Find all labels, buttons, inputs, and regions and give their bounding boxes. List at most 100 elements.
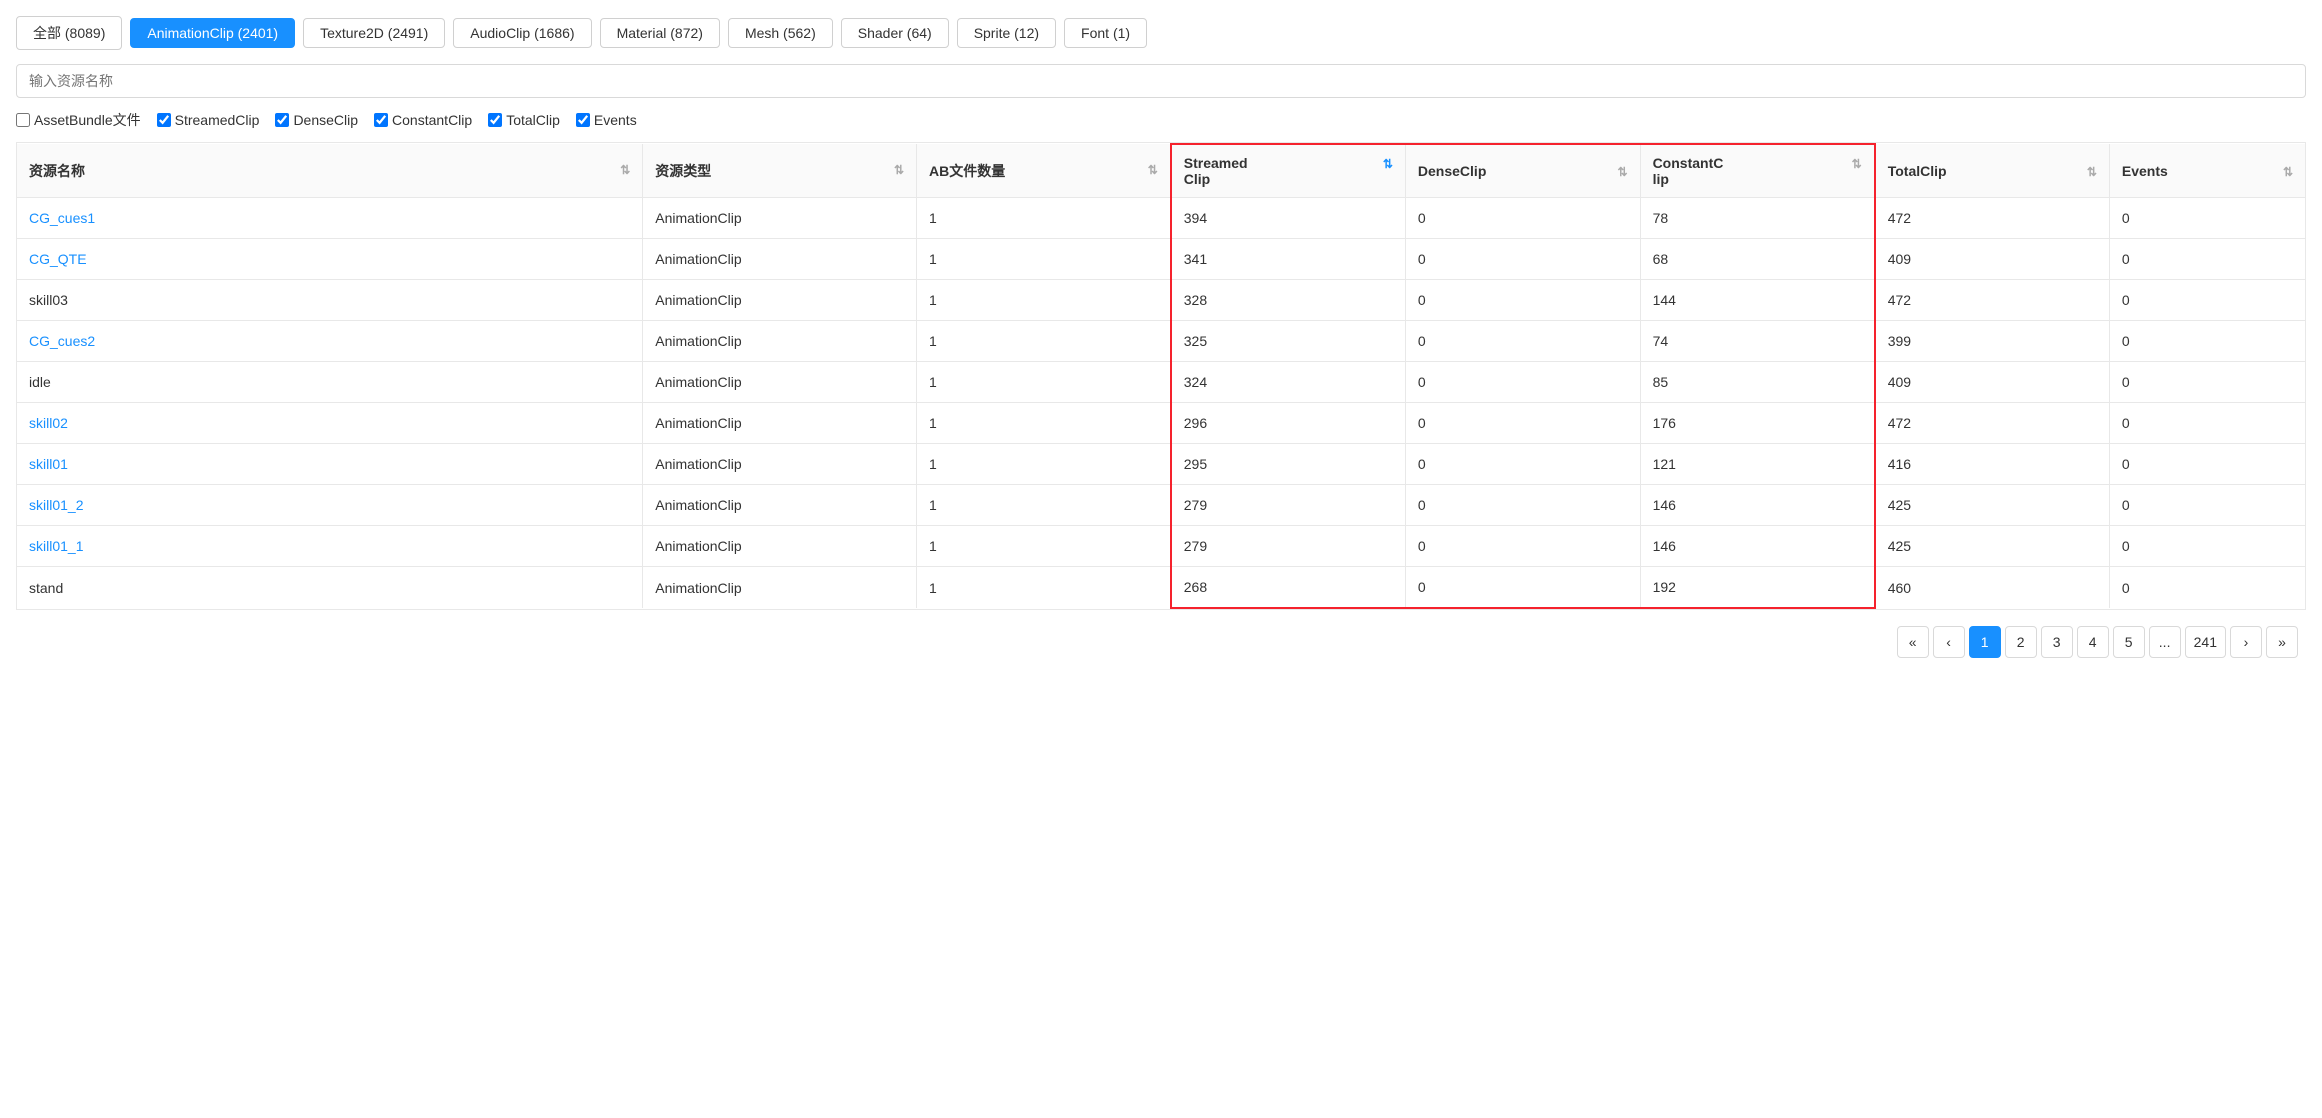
filter-btn-5[interactable]: Mesh (562) [728,18,833,48]
cell-ab-3: 1 [917,321,1171,362]
pagination-page-6[interactable]: 241 [2185,626,2226,658]
sort-icon-dense[interactable]: ⇅ [1618,165,1628,179]
search-input[interactable] [16,64,2306,98]
table-row: skill01AnimationClip129501214160 [17,444,2305,485]
cell-streamed-5: 296 [1171,403,1406,444]
pagination-next[interactable]: › [2230,626,2262,658]
cell-name-3[interactable]: CG_cues2 [17,321,643,362]
cell-type-7: AnimationClip [643,485,917,526]
pagination-page-3[interactable]: 4 [2077,626,2109,658]
cell-dense-3: 0 [1405,321,1640,362]
table-row: idleAnimationClip13240854090 [17,362,2305,403]
data-table: 资源名称⇅资源类型⇅AB文件数量⇅Streamed Clip⇅DenseClip… [17,143,2305,609]
sort-icon-ab[interactable]: ⇅ [1148,163,1158,177]
cell-type-6: AnimationClip [643,444,917,485]
checkbox-3[interactable] [374,113,388,127]
pagination-page-5[interactable]: ... [2149,626,2181,658]
checkbox-item-0[interactable]: AssetBundle文件 [16,110,141,130]
pagination-page-2[interactable]: 3 [2041,626,2073,658]
pagination-last[interactable]: » [2266,626,2298,658]
cell-total-6: 416 [1875,444,2110,485]
pagination-page-1[interactable]: 2 [2005,626,2037,658]
cell-constant-3: 74 [1640,321,1875,362]
cell-name-9: stand [17,567,643,609]
cell-dense-7: 0 [1405,485,1640,526]
cell-constant-9: 192 [1640,567,1875,609]
cell-events-7: 0 [2109,485,2305,526]
checkbox-label-4: TotalClip [506,112,560,128]
col-header-total[interactable]: TotalClip⇅ [1875,144,2110,198]
cell-name-8[interactable]: skill01_1 [17,526,643,567]
filter-btn-6[interactable]: Shader (64) [841,18,949,48]
col-header-dense[interactable]: DenseClip ⇅ [1405,144,1640,198]
cell-type-8: AnimationClip [643,526,917,567]
pagination-row: «‹12345...241›» [16,626,2306,658]
filter-btn-4[interactable]: Material (872) [600,18,720,48]
sort-icon-type[interactable]: ⇅ [894,163,904,177]
table-row: standAnimationClip126801924600 [17,567,2305,609]
cell-total-9: 460 [1875,567,2110,609]
checkbox-1[interactable] [157,113,171,127]
cell-type-5: AnimationClip [643,403,917,444]
cell-constant-1: 68 [1640,239,1875,280]
pagination-first[interactable]: « [1897,626,1929,658]
checkbox-item-1[interactable]: StreamedClip [157,112,260,128]
filter-btn-3[interactable]: AudioClip (1686) [453,18,591,48]
col-header-label-type: 资源类型 [655,161,711,181]
cell-name-5[interactable]: skill02 [17,403,643,444]
sort-icon-streamed[interactable]: ⇅ [1383,157,1393,171]
checkbox-label-5: Events [594,112,637,128]
col-header-ab[interactable]: AB文件数量 ⇅ [917,144,1171,198]
cell-dense-6: 0 [1405,444,1640,485]
col-header-constant[interactable]: ConstantC lip⇅ [1640,144,1875,198]
cell-ab-9: 1 [917,567,1171,609]
checkbox-2[interactable] [275,113,289,127]
cell-name-7[interactable]: skill01_2 [17,485,643,526]
checkbox-4[interactable] [488,113,502,127]
col-header-label-ab: AB文件数量 [929,161,1005,181]
pagination-prev[interactable]: ‹ [1933,626,1965,658]
checkbox-label-2: DenseClip [293,112,358,128]
cell-constant-0: 78 [1640,198,1875,239]
table-row: CG_QTEAnimationClip13410684090 [17,239,2305,280]
cell-ab-4: 1 [917,362,1171,403]
sort-icon-total[interactable]: ⇅ [2087,165,2097,179]
checkbox-item-2[interactable]: DenseClip [275,112,358,128]
cell-total-4: 409 [1875,362,2110,403]
col-header-label-dense: DenseClip [1418,163,1486,179]
cell-streamed-7: 279 [1171,485,1406,526]
cell-streamed-9: 268 [1171,567,1406,609]
cell-name-0[interactable]: CG_cues1 [17,198,643,239]
sort-icon-constant[interactable]: ⇅ [1852,157,1862,171]
pagination-page-0[interactable]: 1 [1969,626,2001,658]
filter-btn-1[interactable]: AnimationClip (2401) [130,18,295,48]
col-header-streamed[interactable]: Streamed Clip⇅ [1171,144,1406,198]
cell-events-1: 0 [2109,239,2305,280]
cell-type-4: AnimationClip [643,362,917,403]
checkbox-5[interactable] [576,113,590,127]
cell-dense-2: 0 [1405,280,1640,321]
filter-btn-7[interactable]: Sprite (12) [957,18,1056,48]
col-header-type[interactable]: 资源类型 ⇅ [643,144,917,198]
col-header-events[interactable]: Events⇅ [2109,144,2305,198]
checkbox-0[interactable] [16,113,30,127]
cell-total-5: 472 [1875,403,2110,444]
pagination-page-4[interactable]: 5 [2113,626,2145,658]
col-header-name[interactable]: 资源名称⇅ [17,144,643,198]
sort-icon-events[interactable]: ⇅ [2283,165,2293,179]
cell-name-6[interactable]: skill01 [17,444,643,485]
cell-streamed-4: 324 [1171,362,1406,403]
cell-ab-5: 1 [917,403,1171,444]
filter-btn-8[interactable]: Font (1) [1064,18,1147,48]
checkbox-item-5[interactable]: Events [576,112,637,128]
cell-dense-4: 0 [1405,362,1640,403]
cell-name-2: skill03 [17,280,643,321]
checkbox-item-3[interactable]: ConstantClip [374,112,472,128]
checkbox-item-4[interactable]: TotalClip [488,112,560,128]
cell-name-1[interactable]: CG_QTE [17,239,643,280]
sort-icon-name[interactable]: ⇅ [620,163,630,177]
cell-total-7: 425 [1875,485,2110,526]
filter-btn-0[interactable]: 全部 (8089) [16,16,122,50]
cell-total-1: 409 [1875,239,2110,280]
filter-btn-2[interactable]: Texture2D (2491) [303,18,445,48]
